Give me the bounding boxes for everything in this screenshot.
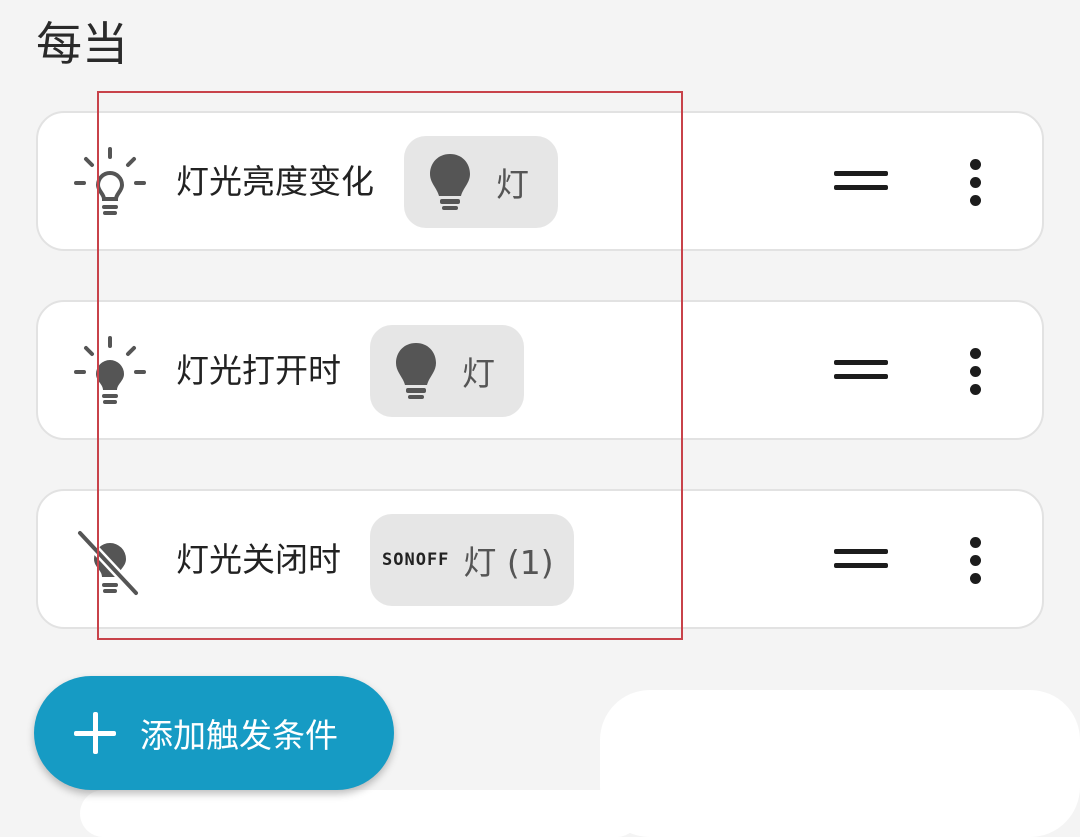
chip-label: 灯 <box>462 354 495 393</box>
more-options-icon[interactable] <box>962 157 990 209</box>
add-trigger-button[interactable]: 添加触发条件 <box>34 676 394 790</box>
lightbulb-icon <box>396 343 436 399</box>
sonoff-logo: SONOFF <box>382 550 450 570</box>
chip-label: 灯 <box>496 165 529 204</box>
add-trigger-label: 添加触发条件 <box>140 716 338 755</box>
trigger-card-light-on[interactable]: 灯光打开时 灯 <box>36 300 1044 440</box>
entity-chip[interactable]: SONOFF 灯 (1) <box>370 514 574 606</box>
lightbulb-off-icon <box>75 528 141 598</box>
more-options-icon[interactable] <box>962 535 990 587</box>
lightbulb-rays-outline-icon <box>74 147 146 215</box>
whiteout-overlay <box>600 690 1080 837</box>
trigger-card-light-off[interactable]: 灯光关闭时 SONOFF 灯 (1) <box>36 489 1044 629</box>
trigger-label: 灯光关闭时 <box>176 540 341 579</box>
drag-handle-icon[interactable] <box>834 360 888 384</box>
trigger-label: 灯光打开时 <box>176 351 341 390</box>
lightbulb-icon <box>430 154 470 210</box>
more-options-icon[interactable] <box>962 346 990 398</box>
whiteout-overlay <box>80 790 640 837</box>
drag-handle-icon[interactable] <box>834 171 888 195</box>
entity-chip[interactable]: 灯 <box>404 136 558 228</box>
section-title: 每当 <box>36 17 128 71</box>
drag-handle-icon[interactable] <box>834 549 888 573</box>
trigger-label: 灯光亮度变化 <box>176 162 374 201</box>
entity-chip[interactable]: 灯 <box>370 325 524 417</box>
plus-icon <box>74 712 116 754</box>
trigger-card-brightness-change[interactable]: 灯光亮度变化 灯 <box>36 111 1044 251</box>
lightbulb-on-icon <box>74 336 146 404</box>
chip-label: 灯 (1) <box>463 543 554 582</box>
